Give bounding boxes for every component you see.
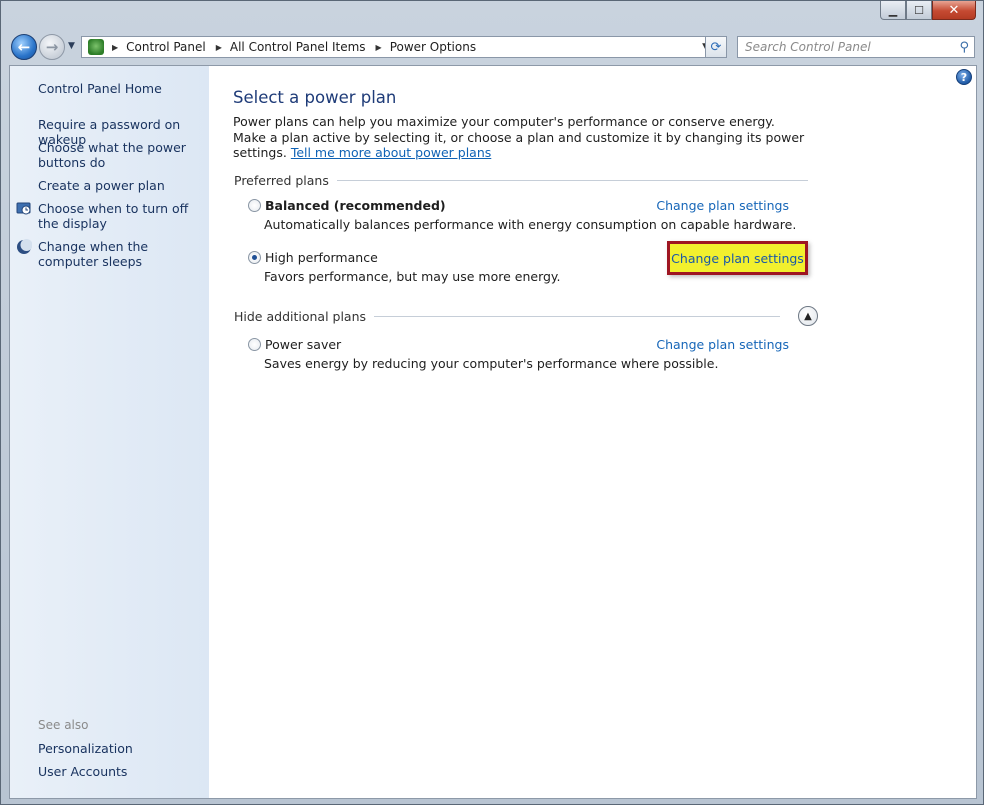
plan-description: Automatically balances performance with … xyxy=(264,217,797,232)
plan-description: Saves energy by reducing your computer's… xyxy=(264,356,719,371)
balanced-radio[interactable] xyxy=(248,199,261,212)
search-box[interactable]: ⚲ xyxy=(737,36,975,58)
breadcrumb-all-items[interactable]: All Control Panel Items xyxy=(230,40,366,54)
search-icon[interactable]: ⚲ xyxy=(959,40,969,55)
refresh-icon: ⟳ xyxy=(710,39,722,55)
maximize-button[interactable]: ☐ xyxy=(906,1,932,20)
breadcrumb-control-panel[interactable]: Control Panel xyxy=(126,40,206,54)
hide-additional-plans-label[interactable]: Hide additional plans xyxy=(234,309,366,324)
sidebar-personalization[interactable]: Personalization xyxy=(38,741,208,756)
search-input[interactable] xyxy=(743,39,948,55)
recent-pages-dropdown[interactable]: ▼ xyxy=(68,41,75,51)
intro-text: Power plans can help you maximize your c… xyxy=(233,114,811,161)
arrow-left-icon: ← xyxy=(17,38,31,56)
breadcrumb-chevron-icon[interactable]: ▶ xyxy=(112,43,118,52)
refresh-button[interactable]: ⟳ xyxy=(705,36,727,58)
sidebar: Control Panel Home Require a password on… xyxy=(10,66,209,798)
breadcrumb-power-options[interactable]: Power Options xyxy=(390,40,476,54)
sidebar-item-create-plan[interactable]: Create a power plan xyxy=(38,178,208,193)
additional-plans-heading: Hide additional plans xyxy=(234,309,808,324)
control-panel-icon xyxy=(88,39,104,55)
address-bar[interactable]: ▶ Control Panel ▶ All Control Panel Item… xyxy=(81,36,716,58)
change-plan-settings-link-high-performance[interactable]: Change plan settings xyxy=(667,241,808,275)
page-title: Select a power plan xyxy=(233,88,397,107)
plan-name[interactable]: Balanced (recommended) xyxy=(265,198,446,213)
close-button[interactable]: ✕ xyxy=(932,1,976,20)
navigation-bar: ← → ▼ ▶ Control Panel ▶ All Control Pane… xyxy=(9,31,975,63)
sidebar-user-accounts[interactable]: User Accounts xyxy=(38,764,208,779)
content-frame: Control Panel Home Require a password on… xyxy=(9,65,977,799)
sidebar-control-panel-home[interactable]: Control Panel Home xyxy=(38,81,208,96)
tell-me-more-link[interactable]: Tell me more about power plans xyxy=(291,145,491,160)
help-icon[interactable]: ? xyxy=(956,69,972,85)
divider xyxy=(374,316,780,317)
preferred-plans-label: Preferred plans xyxy=(234,173,329,188)
change-plan-settings-link-balanced[interactable]: Change plan settings xyxy=(656,198,789,213)
back-button[interactable]: ← xyxy=(11,34,37,60)
minimize-button[interactable]: ▁ xyxy=(880,1,906,20)
arrow-right-icon: → xyxy=(45,38,59,56)
breadcrumb-chevron-icon[interactable]: ▶ xyxy=(376,43,382,52)
divider xyxy=(336,180,808,181)
caption-buttons: ▁ ☐ ✕ xyxy=(880,1,976,21)
forward-button[interactable]: → xyxy=(39,34,65,60)
sidebar-item-sleep[interactable]: Change when the computer sleeps xyxy=(38,239,208,269)
plan-name[interactable]: High performance xyxy=(265,250,378,265)
collapse-chevron-up-icon[interactable]: ▲ xyxy=(798,306,818,326)
window: ▁ ☐ ✕ ← → ▼ ▶ Control Panel ▶ All Contro… xyxy=(0,0,984,805)
moon-sleep-icon xyxy=(16,239,33,255)
sidebar-item-power-buttons[interactable]: Choose what the power buttons do xyxy=(38,140,208,170)
power-saver-radio[interactable] xyxy=(248,338,261,351)
change-plan-settings-link-power-saver[interactable]: Change plan settings xyxy=(656,337,789,352)
plan-description: Favors performance, but may use more ene… xyxy=(264,269,561,284)
breadcrumb-chevron-icon[interactable]: ▶ xyxy=(216,43,222,52)
high-performance-radio[interactable] xyxy=(248,251,261,264)
plan-name[interactable]: Power saver xyxy=(265,337,341,352)
sidebar-item-display-off[interactable]: Choose when to turn off the display xyxy=(38,201,208,231)
display-icon xyxy=(16,201,32,217)
preferred-plans-heading: Preferred plans xyxy=(234,173,808,188)
see-also-heading: See also xyxy=(38,718,89,732)
